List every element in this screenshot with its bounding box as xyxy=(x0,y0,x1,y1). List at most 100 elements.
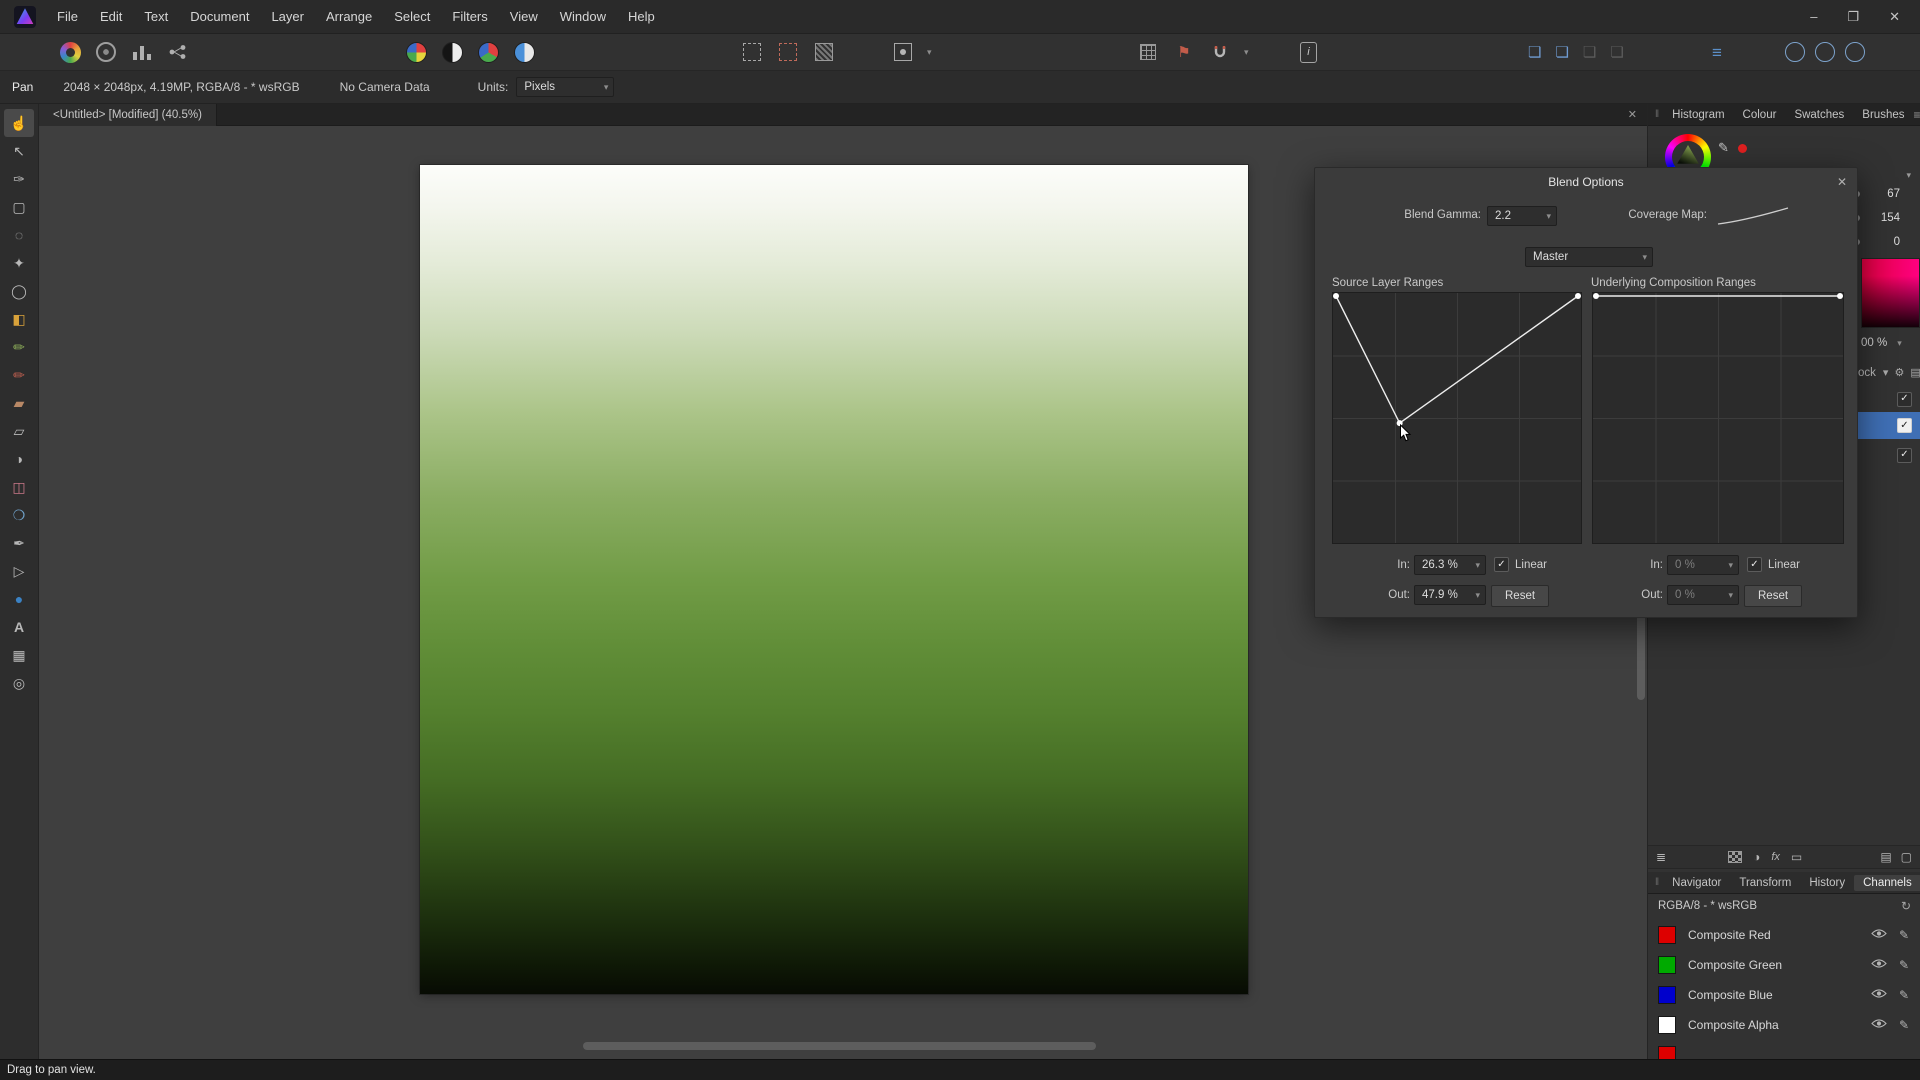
subtract-selection-button[interactable] xyxy=(776,40,800,64)
menu-item-text[interactable]: Text xyxy=(133,0,179,34)
insert-inside-icon[interactable]: ❏ xyxy=(1528,45,1541,60)
grid-toggle-button[interactable] xyxy=(1136,40,1160,64)
tab-histogram[interactable]: Histogram xyxy=(1663,107,1733,123)
tab-brushes[interactable]: Brushes xyxy=(1853,107,1913,123)
pencil-icon[interactable]: ✎ xyxy=(1899,1018,1912,1032)
units-select[interactable]: Pixels ▾ xyxy=(516,77,615,97)
tab-transform[interactable]: Transform xyxy=(1730,875,1800,891)
source-linear-checkbox[interactable]: ✓ xyxy=(1494,557,1509,572)
layer-visibility-checkbox[interactable]: ✓ xyxy=(1897,418,1912,433)
tab-swatches[interactable]: Swatches xyxy=(1785,107,1853,123)
zoom-tool[interactable]: ◎ xyxy=(4,669,34,697)
clone-brush-tool[interactable]: ◫ xyxy=(4,473,34,501)
fill-tool[interactable]: ● xyxy=(4,585,34,613)
tab-channels[interactable]: Channels xyxy=(1854,874,1920,891)
fx-icon[interactable]: fx xyxy=(1771,851,1780,863)
text-tool[interactable]: A xyxy=(4,613,34,641)
channel-row[interactable]: Composite Blue ✎ xyxy=(1648,980,1920,1010)
auto-colour-button[interactable] xyxy=(476,40,500,64)
underlying-in-select[interactable]: 0 % ▾ xyxy=(1667,555,1739,575)
menu-item-edit[interactable]: Edit xyxy=(89,0,133,34)
window-close-button[interactable]: ✕ xyxy=(1889,9,1900,25)
coverage-map-curve[interactable] xyxy=(1715,203,1791,228)
channel-row[interactable]: Composite Red ✎ xyxy=(1648,920,1920,950)
source-out-select[interactable]: 47.9 % ▾ xyxy=(1414,585,1486,605)
folder-icon[interactable]: ▤ xyxy=(1880,850,1891,864)
node-tool[interactable]: ▷ xyxy=(4,557,34,585)
source-in-select[interactable]: 26.3 % ▾ xyxy=(1414,555,1486,575)
pencil-icon[interactable]: ✎ xyxy=(1899,958,1912,972)
colour-slider-row[interactable]: 67 xyxy=(1854,188,1900,200)
secondary-colour-swatch[interactable] xyxy=(1738,144,1747,153)
menu-item-filters[interactable]: Filters xyxy=(441,0,498,34)
chevron-down-icon[interactable]: ▾ xyxy=(1906,170,1911,181)
colour-gradient-box[interactable] xyxy=(1861,258,1920,328)
auto-contrast-button[interactable] xyxy=(440,40,464,64)
panel-grip-icon[interactable]: ‖ xyxy=(1648,877,1663,888)
crop-tool[interactable]: ▢ xyxy=(4,193,34,221)
layer-row[interactable]: ✓ xyxy=(1856,444,1920,466)
dodge-brush-tool[interactable]: ◑ xyxy=(4,445,34,473)
circle-button-2[interactable] xyxy=(1815,42,1835,62)
source-reset-button[interactable]: Reset xyxy=(1491,585,1550,607)
erase-brush-tool[interactable]: ▱ xyxy=(4,417,34,445)
snap-flag-button[interactable]: ⚑ xyxy=(1172,40,1196,64)
menu-item-help[interactable]: Help xyxy=(617,0,666,34)
tab-history[interactable]: History xyxy=(1800,875,1854,891)
underlying-linear-checkbox[interactable]: ✓ xyxy=(1747,557,1762,572)
circle-button-3[interactable] xyxy=(1845,42,1865,62)
photo-persona-button[interactable] xyxy=(58,40,82,64)
move-tool[interactable]: ↖ xyxy=(4,137,34,165)
minimize-button[interactable]: – xyxy=(1810,9,1817,25)
liquify-persona-button[interactable] xyxy=(94,40,118,64)
tab-close-icon[interactable]: ✕ xyxy=(1628,108,1637,121)
menu-item-select[interactable]: Select xyxy=(383,0,441,34)
info-icon[interactable]: i xyxy=(1300,41,1317,63)
chevron-down-icon[interactable]: ▾ xyxy=(1244,47,1249,58)
document-canvas[interactable] xyxy=(420,165,1248,994)
insert-behind-icon[interactable]: ❏ xyxy=(1583,45,1596,60)
layer-row[interactable]: ✓ xyxy=(1856,388,1920,410)
horizontal-scrollbar[interactable] xyxy=(583,1042,1096,1050)
menu-item-window[interactable]: Window xyxy=(549,0,617,34)
panel-menu-icon[interactable]: ≡ xyxy=(1913,108,1920,122)
blur-tool[interactable]: ❍ xyxy=(4,501,34,529)
circle-button-1[interactable] xyxy=(1785,42,1805,62)
checkerboard-icon[interactable] xyxy=(1728,851,1743,863)
menu-item-file[interactable]: File xyxy=(46,0,89,34)
restore-button[interactable]: ❐ xyxy=(1847,9,1859,25)
menu-item-document[interactable]: Document xyxy=(179,0,260,34)
paint-brush-tool[interactable]: ✏ xyxy=(4,333,34,361)
flood-select-tool[interactable]: ✦ xyxy=(4,249,34,277)
gear-icon[interactable]: ⚙ xyxy=(1894,366,1904,379)
export-persona-button[interactable] xyxy=(166,40,190,64)
colour-picker-tool[interactable]: ✑ xyxy=(4,165,34,193)
snapping-button[interactable] xyxy=(1208,40,1232,64)
eye-icon[interactable] xyxy=(1871,928,1887,939)
adjustment-icon[interactable]: ◑ xyxy=(1753,850,1760,864)
auto-levels-button[interactable] xyxy=(404,40,428,64)
colour-replacement-brush-tool[interactable]: ✏ xyxy=(4,361,34,389)
view-tool[interactable]: ☝ xyxy=(4,109,34,137)
refresh-icon[interactable]: ↻ xyxy=(1901,899,1911,913)
blend-gamma-select[interactable]: 2.2 ▾ xyxy=(1487,206,1557,226)
tone-mapping-persona-button[interactable] xyxy=(130,40,154,64)
alignment-icon[interactable]: ≡ xyxy=(1712,44,1722,61)
menu-item-view[interactable]: View xyxy=(499,0,549,34)
mesh-warp-tool[interactable]: ▦ xyxy=(4,641,34,669)
pencil-icon[interactable]: ✎ xyxy=(1899,928,1912,942)
layer-visibility-checkbox[interactable]: ✓ xyxy=(1897,447,1912,463)
colour-slider-row[interactable]: 0 xyxy=(1854,236,1900,248)
layer-row-selected[interactable]: ✓ xyxy=(1856,412,1920,439)
channel-select[interactable]: Master ▾ xyxy=(1525,247,1653,267)
opacity-row[interactable]: 00 % ▾ xyxy=(1861,337,1902,349)
new-selection-button[interactable] xyxy=(740,40,764,64)
pencil-icon[interactable]: ✎ xyxy=(1899,988,1912,1002)
flood-fill-tool[interactable]: ◧ xyxy=(4,305,34,333)
source-ranges-graph[interactable] xyxy=(1332,292,1582,544)
tab-navigator[interactable]: Navigator xyxy=(1663,875,1730,891)
layers-icon[interactable]: ≣ xyxy=(1656,850,1666,864)
marquee-tool[interactable]: ◯ xyxy=(4,277,34,305)
intersect-selection-button[interactable] xyxy=(812,40,836,64)
menu-item-arrange[interactable]: Arrange xyxy=(315,0,383,34)
